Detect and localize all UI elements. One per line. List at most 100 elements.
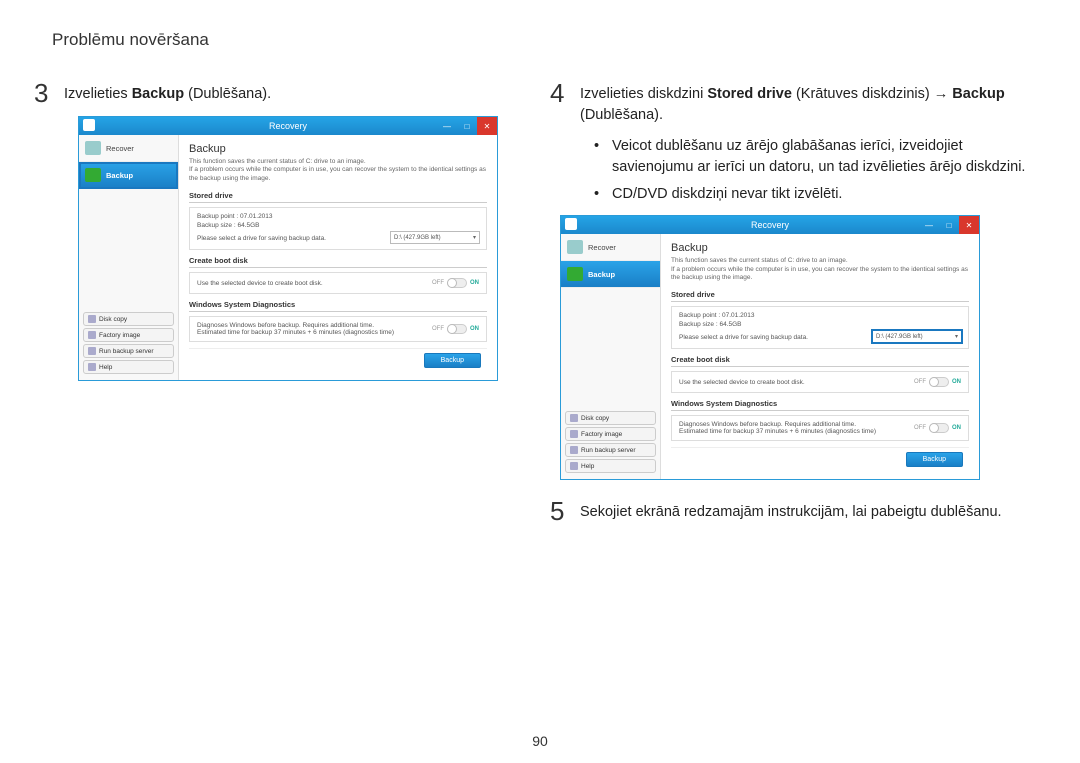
maximize-button[interactable]: □ xyxy=(939,216,959,234)
recover-label: Recover xyxy=(106,144,134,153)
drive-select[interactable]: D:\ (427.9GB left) ▾ xyxy=(390,231,480,244)
help-icon xyxy=(88,363,96,371)
titlebar[interactable]: Recovery — □ ✕ xyxy=(561,216,979,234)
content-desc-1r: This function saves the current status o… xyxy=(671,257,848,264)
stored-drive-heading-r: Stored drive xyxy=(671,290,969,302)
toggle-off-label-2: OFF xyxy=(432,326,444,332)
disk-copy-label-r: Disk copy xyxy=(581,415,609,422)
sidebar-item-recover[interactable]: Recover xyxy=(79,135,178,162)
minimize-button[interactable]: — xyxy=(919,216,939,234)
diagnostics-toggle[interactable]: OFF ON xyxy=(914,423,961,433)
sidebar-item-backup[interactable]: Backup xyxy=(561,261,660,288)
backup-button-r[interactable]: Backup xyxy=(906,452,963,467)
recovery-app-left: Recovery — □ ✕ Recover Backup xyxy=(78,116,498,381)
create-boot-disk-heading-r: Create boot disk xyxy=(671,355,969,367)
sidebar-item-recover[interactable]: Recover xyxy=(561,234,660,261)
step-5-text: Sekojiet ekrānā redzamajām instrukcijām,… xyxy=(580,498,1002,523)
toggle-pill xyxy=(929,377,949,387)
toggle-on-label-2: ON xyxy=(952,425,961,431)
diagnostics-heading: Windows System Diagnostics xyxy=(189,300,487,312)
drive-value-r: D:\ (427.9GB left) xyxy=(876,334,923,340)
stored-drive-panel-r: Backup point : 07.01.2013 Backup size : … xyxy=(671,306,969,349)
step-5-number: 5 xyxy=(550,498,568,524)
factory-image-button[interactable]: Factory image xyxy=(565,427,656,441)
run-backup-server-label: Run backup server xyxy=(99,348,154,355)
run-backup-server-button[interactable]: Run backup server xyxy=(83,344,174,358)
diagnostics-panel: Diagnoses Windows before backup. Require… xyxy=(189,316,487,342)
drive-select-highlighted[interactable]: D:\ (427.9GB left) ▾ xyxy=(872,330,962,343)
disk-copy-button[interactable]: Disk copy xyxy=(83,312,174,326)
close-button[interactable]: ✕ xyxy=(477,117,497,135)
backup-icon xyxy=(85,168,101,182)
backup-icon xyxy=(567,267,583,281)
toggle-off-label: OFF xyxy=(432,280,444,286)
recover-label-r: Recover xyxy=(588,243,616,252)
diagnostics-panel-r: Diagnoses Windows before backup. Require… xyxy=(671,415,969,441)
disk-icon xyxy=(88,315,96,323)
factory-icon xyxy=(88,331,96,339)
left-column: 3 Izvelieties Backup (Dublēšana). Recove… xyxy=(34,80,524,381)
step3-post: (Dublēšana). xyxy=(184,86,271,102)
content-desc-1: This function saves the current status o… xyxy=(189,158,366,165)
backup-point-r: Backup point : 07.01.2013 xyxy=(679,312,961,319)
create-boot-disk-panel: Use the selected device to create boot d… xyxy=(189,272,487,294)
diag-msg2-r: Estimated time for backup 37 minutes + 6… xyxy=(679,428,876,435)
diagnostics-heading-r: Windows System Diagnostics xyxy=(671,399,969,411)
server-icon xyxy=(570,446,578,454)
footer-bar-r: Backup xyxy=(671,447,969,471)
toggle-on-label: ON xyxy=(952,379,961,385)
sidebar: Recover Backup Disk copy Factory image R… xyxy=(79,135,179,380)
help-button[interactable]: Help xyxy=(565,459,656,473)
window-controls: — □ ✕ xyxy=(919,216,979,234)
sidebar-item-backup[interactable]: Backup xyxy=(79,162,178,189)
toggle-pill-2 xyxy=(929,423,949,433)
diag-msg1-r: Diagnoses Windows before backup. Require… xyxy=(679,421,876,428)
boot-disk-toggle[interactable]: OFF ON xyxy=(914,377,961,387)
content-desc-2: If a problem occurs while the computer i… xyxy=(189,166,486,181)
maximize-button[interactable]: □ xyxy=(457,117,477,135)
backup-size: Backup size : 64.5GB xyxy=(197,222,479,229)
app-icon xyxy=(83,119,95,131)
factory-icon xyxy=(570,430,578,438)
right-column: 4 Izvelieties diskdzini Stored drive (Kr… xyxy=(550,80,1040,534)
toggle-on-label-2: ON xyxy=(470,326,479,332)
close-button[interactable]: ✕ xyxy=(959,216,979,234)
boot-msg-r: Use the selected device to create boot d… xyxy=(679,379,805,386)
backup-button[interactable]: Backup xyxy=(424,353,481,368)
boot-msg: Use the selected device to create boot d… xyxy=(197,280,323,287)
boot-disk-toggle[interactable]: OFF ON xyxy=(432,278,479,288)
factory-image-button[interactable]: Factory image xyxy=(83,328,174,342)
help-label-r: Help xyxy=(581,463,594,470)
diagnostics-toggle[interactable]: OFF ON xyxy=(432,324,479,334)
content-title: Backup xyxy=(189,143,487,155)
disk-copy-button[interactable]: Disk copy xyxy=(565,411,656,425)
step-5: 5 Sekojiet ekrānā redzamajām instrukcijā… xyxy=(550,498,1040,524)
step3-bold: Backup xyxy=(132,86,184,102)
content-desc: This function saves the current status o… xyxy=(189,158,487,183)
bullet-dot: • xyxy=(594,136,602,178)
run-backup-server-label-r: Run backup server xyxy=(581,447,636,454)
content-area: Backup This function saves the current s… xyxy=(661,234,979,479)
server-icon xyxy=(88,347,96,355)
step3-pre: Izvelieties xyxy=(64,86,132,102)
titlebar[interactable]: Recovery — □ ✕ xyxy=(79,117,497,135)
page-title: Problēmu novēršana xyxy=(52,30,209,50)
toggle-pill-2 xyxy=(447,324,467,334)
toggle-pill xyxy=(447,278,467,288)
page-number: 90 xyxy=(532,733,548,749)
chevron-down-icon: ▾ xyxy=(473,234,476,241)
backup-size-r: Backup size : 64.5GB xyxy=(679,321,961,328)
backup-label: Backup xyxy=(106,171,133,180)
step4-bold2: Backup xyxy=(952,86,1004,102)
step4-mid: (Krātuves diskdzinis) → xyxy=(792,86,952,102)
run-backup-server-button[interactable]: Run backup server xyxy=(565,443,656,457)
stored-drive-heading: Stored drive xyxy=(189,191,487,203)
bullet-2: CD/DVD diskdziņi nevar tikt izvēlēti. xyxy=(612,184,842,205)
window-controls: — □ ✕ xyxy=(437,117,497,135)
help-icon xyxy=(570,462,578,470)
step4-bold: Stored drive xyxy=(707,86,792,102)
window-title: Recovery xyxy=(269,121,307,131)
minimize-button[interactable]: — xyxy=(437,117,457,135)
help-button[interactable]: Help xyxy=(83,360,174,374)
drive-value: D:\ (427.9GB left) xyxy=(394,235,441,241)
